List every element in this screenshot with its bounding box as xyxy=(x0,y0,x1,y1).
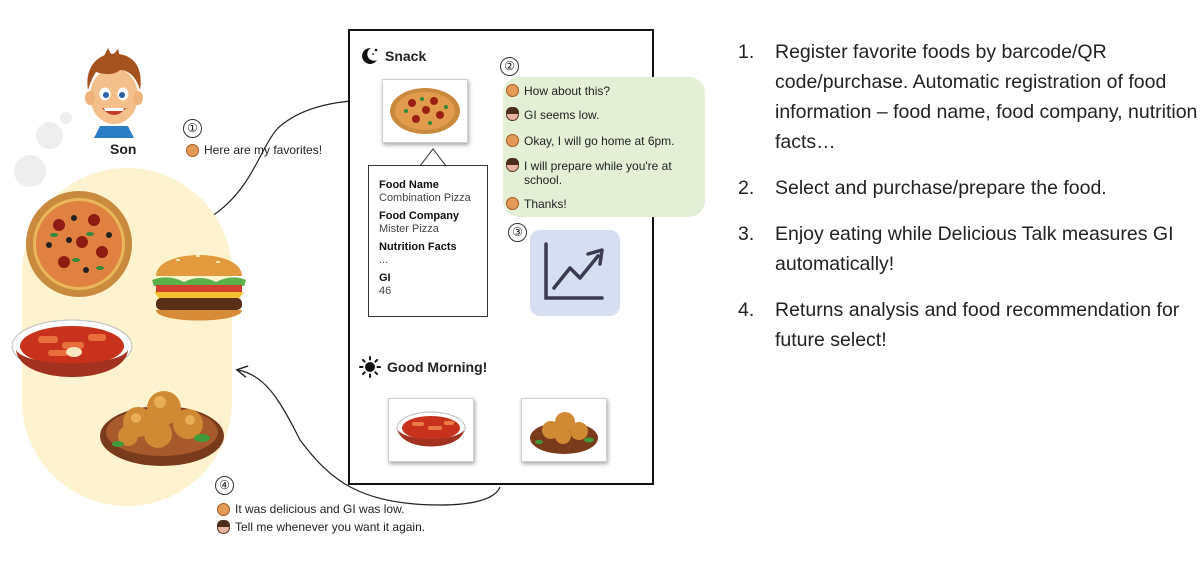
chat-line-4: I will prepare while you're at school. xyxy=(506,158,696,187)
food-name-value: Combination Pizza xyxy=(379,192,471,204)
step-item-2: 2. Select and purchase/prepare the food. xyxy=(738,177,1107,199)
food-name-label: Food Name xyxy=(379,179,439,191)
mom-avatar-icon xyxy=(217,519,230,534)
tteokbokki-thumb-image xyxy=(396,411,466,447)
mom-avatar-icon xyxy=(506,158,519,172)
phone-screen: Snack Food Name Combination Pizza Food C… xyxy=(348,29,705,485)
food-company-value: Mister Pizza xyxy=(379,223,439,235)
moon-icon xyxy=(362,47,378,64)
nutrition-facts-label: Nutrition Facts xyxy=(379,241,457,253)
morning-section-title: Good Morning! xyxy=(359,356,487,378)
step-marker-2: ② xyxy=(500,57,519,76)
step-marker-1: ① xyxy=(183,119,202,138)
step-marker-3: ③ xyxy=(508,223,527,242)
food-info-card: Food Name Combination Pizza Food Company… xyxy=(368,165,488,317)
step-item-1: 1. Register favorite foods by barcode/QR… xyxy=(738,41,1198,153)
thought-bubble-small xyxy=(14,155,46,187)
morning-tteokbokki-thumbnail[interactable] xyxy=(388,398,474,462)
mom-avatar-icon xyxy=(506,107,519,121)
son-avatar-icon xyxy=(506,197,519,210)
son-avatar-icon xyxy=(217,502,230,516)
feedback-line-1: It was delicious and GI was low. xyxy=(217,502,404,516)
son-avatar-icon xyxy=(506,134,519,147)
chat-line-5: Thanks! xyxy=(506,197,567,211)
chat-bubble: How about this? GI seems low. Okay, I wi… xyxy=(503,77,705,217)
step-item-3: 3. Enjoy eating while Delicious Talk mea… xyxy=(738,223,1174,275)
chat-line-2: GI seems low. xyxy=(506,107,599,122)
step-item-4: 4. Returns analysis and food recommendat… xyxy=(738,299,1180,351)
son-avatar-icon xyxy=(186,143,199,157)
son-label: Son xyxy=(110,141,137,157)
gi-value: 46 xyxy=(379,285,392,297)
pizza-image xyxy=(26,191,132,297)
food-company-label: Food Company xyxy=(379,210,460,222)
favorites-message: Here are my favorites! xyxy=(186,143,322,157)
burger-image xyxy=(152,255,246,321)
fried-chicken-image xyxy=(100,391,224,466)
steps-list: 1. Register favorite foods by barcode/QR… xyxy=(738,37,1198,371)
thought-bubble-tiny xyxy=(60,112,72,124)
chat-line-1: How about this? xyxy=(506,84,610,98)
step-marker-4: ④ xyxy=(215,476,234,495)
chicken-thumb-image xyxy=(530,412,598,454)
info-card-pointer xyxy=(420,148,446,167)
chat-line-3: Okay, I will go home at 6pm. xyxy=(506,134,675,148)
snack-pizza-thumbnail[interactable] xyxy=(382,79,468,143)
gi-chart-tile[interactable] xyxy=(530,230,620,316)
morning-chicken-thumbnail[interactable] xyxy=(521,398,607,462)
growth-chart-icon xyxy=(544,242,604,300)
pizza-thumb-image xyxy=(390,88,460,134)
gi-label: GI xyxy=(379,272,391,284)
feedback-line-2: Tell me whenever you want it again. xyxy=(217,519,425,534)
son-avatar-icon xyxy=(85,48,143,138)
son-avatar-icon xyxy=(506,84,519,97)
snack-section-title: Snack xyxy=(359,46,426,66)
nutrition-facts-value: ... xyxy=(379,254,389,266)
thought-bubble-medium xyxy=(36,122,63,149)
sun-icon xyxy=(359,356,381,378)
